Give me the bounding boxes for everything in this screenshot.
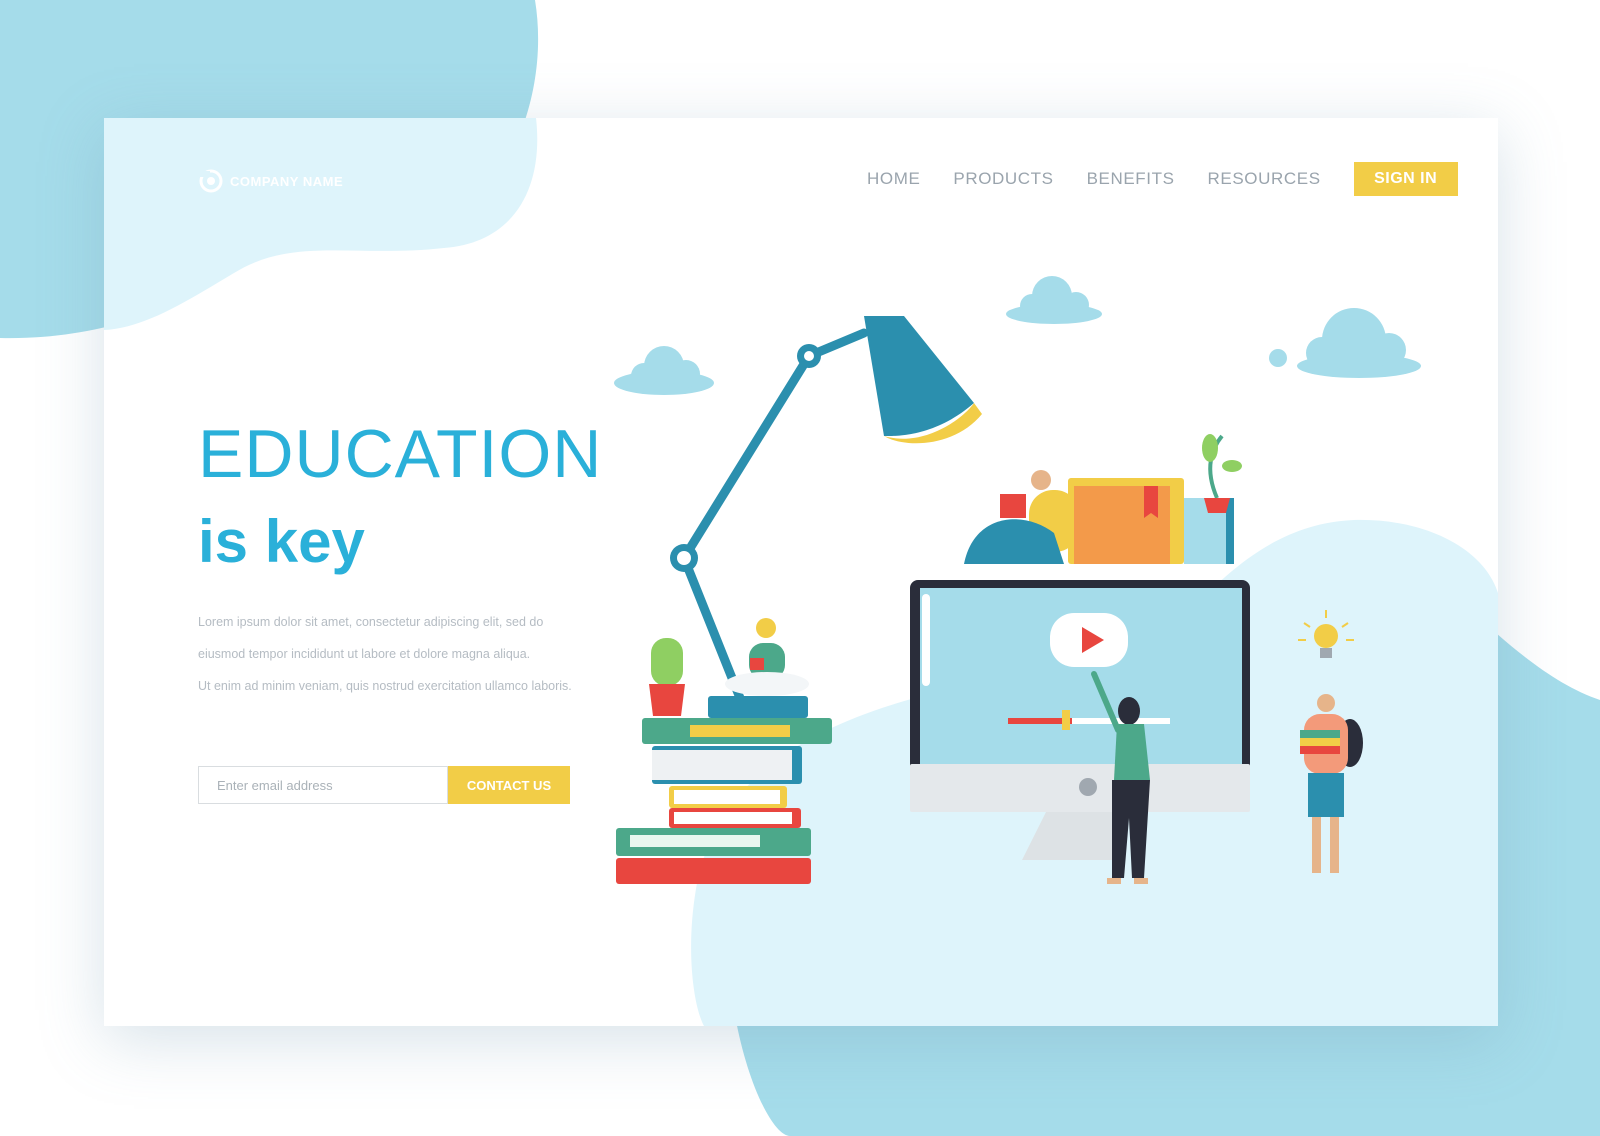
logo-swirl-icon <box>199 169 223 193</box>
nav-home-link[interactable]: HOME <box>867 169 920 189</box>
hero-description-line: eiusmod tempor incididunt ut labore et d… <box>198 647 531 661</box>
nav-benefits-link[interactable]: BENEFITS <box>1087 169 1175 189</box>
main-nav: HOME PRODUCTS BENEFITS RESOURCES SIGN IN <box>867 162 1458 196</box>
hero-title: EDUCATION <box>198 416 603 492</box>
contact-us-button[interactable]: CONTACT US <box>448 766 570 804</box>
hero-subtitle: is key <box>198 508 365 575</box>
card-top-left-blob <box>104 118 538 330</box>
brand-name: COMPANY NAME <box>230 173 344 189</box>
brand-logo[interactable]: COMPANY NAME <box>198 168 343 194</box>
hero-description: Lorem ipsum dolor sit amet, consectetur … <box>198 614 618 710</box>
hero-description-line: Ut enim ad minim veniam, quis nostrud ex… <box>198 679 572 693</box>
hero-description-line: Lorem ipsum dolor sit amet, consectetur … <box>198 615 544 629</box>
signup-form: CONTACT US <box>198 766 570 804</box>
landing-card: COMPANY NAME HOME PRODUCTS BENEFITS RESO… <box>104 118 1498 1026</box>
nav-products-link[interactable]: PRODUCTS <box>953 169 1053 189</box>
card-bottom-right-blob <box>691 519 1498 1026</box>
email-input[interactable] <box>198 766 448 804</box>
sign-in-button[interactable]: SIGN IN <box>1353 162 1458 196</box>
nav-resources-link[interactable]: RESOURCES <box>1208 169 1321 189</box>
